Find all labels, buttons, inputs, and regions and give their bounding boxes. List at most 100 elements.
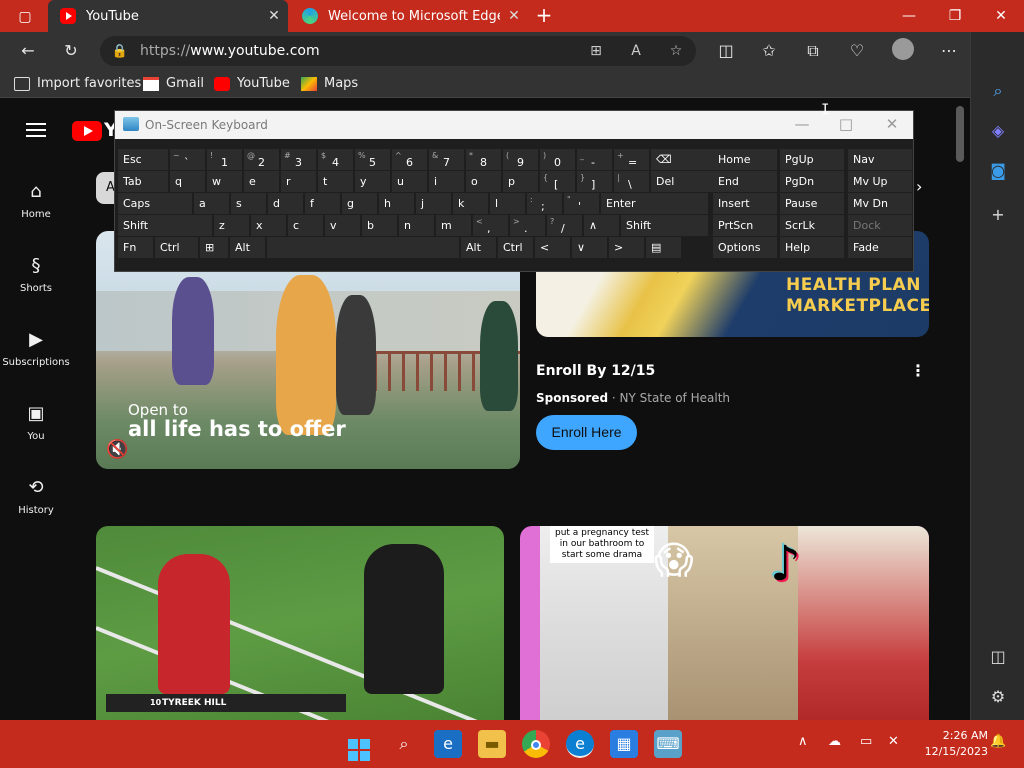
search-taskbar-icon[interactable]: ⌕ <box>390 730 418 758</box>
close-tab-icon[interactable]: ✕ <box>260 8 288 24</box>
osk-key[interactable]: {[ <box>540 171 575 192</box>
osk-nav-key[interactable]: Mv Dn <box>848 193 912 214</box>
osk-nav-key[interactable]: PgUp <box>780 149 844 170</box>
video-thumbnail-football[interactable]: 10 TYREEK HILL <box>96 526 504 720</box>
sidebar-settings-icon[interactable]: ⚙ <box>985 684 1011 710</box>
osk-nav-key[interactable]: Dock <box>848 215 912 236</box>
profile-avatar[interactable] <box>890 38 916 64</box>
url-text[interactable]: https://www.youtube.com <box>140 43 576 59</box>
edge-icon[interactable]: e <box>566 730 594 758</box>
osk-nav-key[interactable]: Fade <box>848 237 912 258</box>
restore-icon[interactable]: ❐ <box>932 0 978 32</box>
osk-key[interactable]: c <box>288 215 323 236</box>
osk-nav-key[interactable]: Nav <box>848 149 912 170</box>
osk-key[interactable]: e <box>244 171 279 192</box>
tab-youtube[interactable]: YouTube ✕ <box>48 0 288 32</box>
osk-nav-key[interactable]: Help <box>780 237 844 258</box>
favorites-icon[interactable]: ✩ <box>756 38 782 64</box>
nav-you[interactable]: ▣ You <box>0 403 72 442</box>
osk-key[interactable]: ~ ` <box>170 149 205 170</box>
settings-more-icon[interactable]: ⋯ <box>936 38 962 64</box>
osk-key[interactable]: m <box>436 215 471 236</box>
nav-subscriptions[interactable]: ▶ Subscriptions <box>0 329 72 368</box>
osk-key[interactable]: ∨ <box>572 237 607 258</box>
osk-key[interactable]: >. <box>510 215 545 236</box>
favorite-youtube[interactable]: YouTube <box>214 76 290 91</box>
osk-key[interactable]: Tab <box>118 171 168 192</box>
add-sidebar-icon[interactable]: + <box>985 202 1011 228</box>
chrome-icon[interactable] <box>522 730 550 758</box>
enroll-here-button[interactable]: Enroll Here <box>536 415 637 450</box>
nav-shorts[interactable]: § Shorts <box>0 255 72 294</box>
more-options-icon[interactable]: ⋮ <box>910 361 926 380</box>
osk-nav-key[interactable]: Pause <box>780 193 844 214</box>
edge-beta-icon[interactable]: e <box>434 730 462 758</box>
osk-key[interactable]: d <box>268 193 303 214</box>
osk-key[interactable]: #3 <box>281 149 316 170</box>
refresh-icon[interactable]: ↻ <box>58 38 84 64</box>
start-icon[interactable] <box>345 730 373 761</box>
osk-key[interactable]: <, <box>473 215 508 236</box>
notification-bell-icon[interactable]: 🔔 <box>990 734 1006 749</box>
osk-key[interactable]: w <box>207 171 242 192</box>
calendar-icon[interactable]: ▦ <box>610 730 638 758</box>
osk-key[interactable]: ^ 6 <box>392 149 427 170</box>
osk-key[interactable]: > <box>609 237 644 258</box>
osk-key[interactable]: t <box>318 171 353 192</box>
osk-key[interactable]: ∧ <box>584 215 619 236</box>
osk-key[interactable]: j <box>416 193 451 214</box>
osk-key[interactable]: h <box>379 193 414 214</box>
browser-essentials-icon[interactable]: ♡ <box>844 38 870 64</box>
osk-key[interactable]: v <box>325 215 360 236</box>
osk-key[interactable]: a <box>194 193 229 214</box>
osk-key[interactable]: u <box>392 171 427 192</box>
volume-muted-icon[interactable]: ✕ <box>888 734 899 749</box>
favorite-star-icon[interactable]: ☆ <box>656 43 696 59</box>
osk-key[interactable]: b <box>362 215 397 236</box>
taskbar-clock[interactable]: 2:26 AM 12/15/2023 <box>918 728 988 760</box>
osk-key[interactable]: }] <box>577 171 612 192</box>
show-hidden-icons[interactable]: ∧ <box>798 734 808 749</box>
favorite-gmail[interactable]: Gmail <box>143 76 204 91</box>
osk-key[interactable]: ▤ <box>646 237 681 258</box>
lock-icon[interactable]: 🔒 <box>100 44 140 59</box>
osk-key[interactable]: ) 0 <box>540 149 575 170</box>
osk-key[interactable]: " ' <box>564 193 599 214</box>
chip-next-icon[interactable]: › <box>916 177 922 196</box>
osk-nav-key[interactable]: Mv Up <box>848 171 912 192</box>
osk-key[interactable]: * 8 <box>466 149 501 170</box>
osk-taskbar-icon[interactable]: ⌨ <box>654 730 682 758</box>
tab-actions-icon[interactable]: ▢ <box>8 6 42 28</box>
osk-key[interactable]: % 5 <box>355 149 390 170</box>
osk-key[interactable]: Enter <box>601 193 708 214</box>
close-tab-icon[interactable]: ✕ <box>500 8 528 24</box>
osk-key[interactable]: | \ <box>614 171 649 192</box>
osk-key[interactable]: _ - <box>577 149 612 170</box>
osk-key[interactable]: Caps <box>118 193 192 214</box>
nav-history[interactable]: ⟲ History <box>0 477 72 516</box>
file-explorer-icon[interactable]: ▬ <box>478 730 506 758</box>
osk-key[interactable]: p <box>503 171 538 192</box>
osk-key[interactable]: s <box>231 193 266 214</box>
osk-key[interactable]: ! 1 <box>207 149 242 170</box>
osk-key[interactable]: < <box>535 237 570 258</box>
osk-key[interactable]: q <box>170 171 205 192</box>
osk-key[interactable]: Esc <box>118 149 168 170</box>
new-tab-icon[interactable]: + <box>533 4 555 26</box>
search-icon[interactable]: ⌕ <box>985 78 1011 104</box>
osk-key[interactable]: ⊞ <box>200 237 228 258</box>
ad-advertiser[interactable]: NY State of Health <box>620 391 730 405</box>
osk-nav-key[interactable]: End <box>713 171 777 192</box>
page-scrollbar[interactable] <box>956 106 964 162</box>
youtube-logo-icon[interactable] <box>72 121 102 141</box>
mute-icon[interactable]: 🔇 <box>106 439 128 460</box>
osk-key[interactable]: k <box>453 193 488 214</box>
osk-maximize-icon[interactable]: □ <box>831 115 861 133</box>
tab-welcome-edge[interactable]: Welcome to Microsoft Edge ✕ <box>290 0 528 32</box>
osk-key[interactable]: Shift <box>118 215 212 236</box>
osk-nav-key[interactable]: Options <box>713 237 777 258</box>
osk-key[interactable]: y <box>355 171 390 192</box>
osk-key[interactable]: i <box>429 171 464 192</box>
osk-key[interactable]: Alt <box>230 237 265 258</box>
osk-nav-key[interactable]: PrtScn <box>713 215 777 236</box>
